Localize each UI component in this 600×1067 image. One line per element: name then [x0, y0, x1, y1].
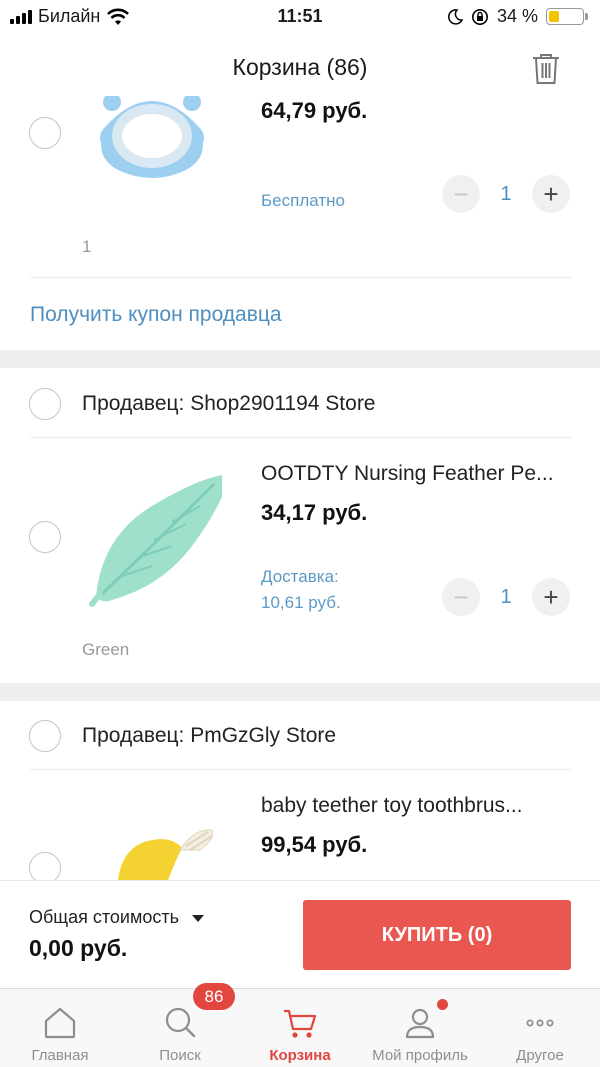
section-separator	[0, 350, 600, 368]
total-cost-value: 0,00 руб.	[29, 935, 128, 961]
quantity-increase-button[interactable]: +	[532, 175, 570, 213]
profile-icon	[405, 1008, 435, 1039]
tab-home-label: Главная	[31, 1047, 89, 1064]
item-select-checkbox[interactable]	[29, 117, 61, 149]
tab-search-label: Поиск	[159, 1047, 201, 1064]
tab-more-label: Другое	[516, 1047, 564, 1064]
item-title[interactable]: baby teether toy toothbrus...	[261, 794, 581, 818]
tab-cart-label: Корзина	[269, 1047, 331, 1064]
checkout-bar: Общая стоимость 0,00 руб. КУПИТЬ (0)	[0, 880, 600, 989]
item-price: 34,17 руб.	[261, 500, 368, 525]
store-select-checkbox[interactable]	[29, 720, 61, 752]
tab-profile[interactable]: Мой профиль	[360, 989, 480, 1067]
tab-more[interactable]: Другое	[480, 989, 600, 1067]
quantity-decrease-button[interactable]: −	[442, 578, 480, 616]
seller-name[interactable]: Продавец: PmGzGly Store	[82, 724, 336, 748]
search-icon	[165, 1007, 196, 1038]
product-image[interactable]	[82, 466, 222, 616]
tab-cart[interactable]: Корзина	[240, 989, 360, 1067]
moon-icon	[447, 8, 463, 25]
quantity-value: 1	[500, 586, 512, 608]
item-select-checkbox[interactable]	[29, 521, 61, 553]
tab-bar: Главная Поиск Корзина Мой профиль Другое…	[0, 983, 600, 1067]
home-icon	[44, 1007, 76, 1039]
tab-home[interactable]: Главная	[0, 989, 120, 1067]
cart-list[interactable]: 64,79 руб. Бесплатно − 1 + 1 Получить ку…	[0, 96, 600, 880]
battery-percent: 34 %	[496, 6, 538, 26]
tab-profile-label: Мой профиль	[372, 1047, 468, 1064]
buy-button[interactable]: КУПИТЬ (0)	[303, 900, 571, 970]
section-separator	[0, 683, 600, 701]
item-variant: Green	[82, 640, 130, 659]
divider	[30, 437, 572, 438]
cart-icon	[284, 1009, 317, 1038]
cart-header: Корзина (86)	[0, 40, 600, 96]
status-bar: Билайн 11:51 34 %	[0, 0, 600, 34]
quantity-increase-button[interactable]: +	[532, 578, 570, 616]
item-select-checkbox[interactable]	[29, 852, 61, 880]
battery-icon	[546, 8, 588, 25]
product-image[interactable]	[82, 96, 222, 216]
page-title: Корзина (86)	[232, 54, 368, 80]
product-image[interactable]	[82, 820, 222, 880]
total-cost-label: Общая стоимость	[29, 907, 179, 927]
divider	[30, 769, 572, 770]
orientation-lock-icon	[471, 8, 488, 25]
total-cost-toggle[interactable]: Общая стоимость	[29, 907, 205, 928]
cart-count-badge: 86	[193, 983, 235, 1010]
seller-coupon-link[interactable]: Получить купон продавца	[30, 303, 282, 327]
trash-icon[interactable]	[530, 52, 562, 86]
store-select-checkbox[interactable]	[29, 388, 61, 420]
item-price: 99,54 руб.	[261, 832, 368, 857]
shipping-label: Доставка:	[261, 567, 339, 586]
quantity-value: 1	[500, 183, 512, 205]
item-price: 64,79 руб.	[261, 98, 368, 123]
shipping-cost: 10,61 руб.	[261, 593, 341, 612]
item-variant: 1	[82, 237, 92, 256]
more-icon	[526, 1019, 554, 1027]
shipping-free: Бесплатно	[261, 191, 345, 210]
quantity-decrease-button[interactable]: −	[442, 175, 480, 213]
divider	[30, 277, 572, 278]
profile-notification-dot	[437, 999, 448, 1010]
status-right: 34 %	[447, 6, 588, 27]
seller-name[interactable]: Продавец: Shop2901194 Store	[82, 392, 376, 416]
item-title[interactable]: OOTDTY Nursing Feather Pe...	[261, 462, 581, 486]
caret-down-icon	[192, 914, 205, 922]
